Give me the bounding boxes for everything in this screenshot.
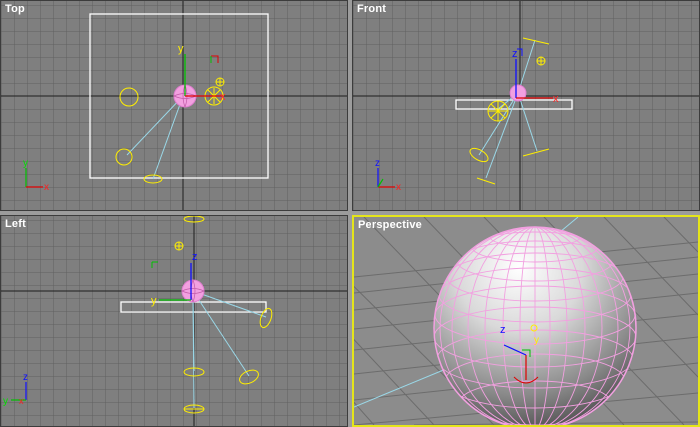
gizmo-z-label: z [500,324,506,336]
gizmo-y-label: y [178,43,184,55]
gizmo-x-label: x [553,93,559,105]
viewport-perspective[interactable]: z y Perspective [352,215,700,427]
perspective-viewport-canvas[interactable]: z y [354,217,698,425]
tripod-x-label: x [19,396,24,406]
tripod-y-label: y [3,396,8,407]
tripod-z-label: z [23,372,28,383]
sphere-object[interactable] [433,226,637,425]
viewport-label-front[interactable]: Front [357,3,386,15]
viewport-front[interactable]: z x z x Front [352,0,700,211]
left-viewport-canvas[interactable]: z y z y x [1,216,348,427]
viewport-left[interactable]: z y z y x Left [0,215,348,427]
tripod-z-label: z [375,158,380,169]
front-viewport-canvas[interactable]: z x z x [353,1,700,211]
viewport-top[interactable]: y x y x Top [0,0,348,211]
viewport-label-left[interactable]: Left [5,218,26,230]
gizmo-y-label: y [534,335,539,346]
tripod-x-label: x [44,182,49,193]
top-viewport-canvas[interactable]: y x y x [1,1,348,211]
gizmo-y-label: y [151,295,157,307]
tripod-x-label: x [396,182,401,193]
gizmo-x-label: x [220,91,226,103]
viewport-label-top[interactable]: Top [5,3,25,15]
viewport-label-perspective[interactable]: Perspective [358,219,422,231]
gizmo-z-label: z [512,48,518,60]
tripod-y-label: y [23,158,28,169]
gizmo-z-label: z [192,251,198,263]
sphere-object[interactable] [181,279,205,303]
